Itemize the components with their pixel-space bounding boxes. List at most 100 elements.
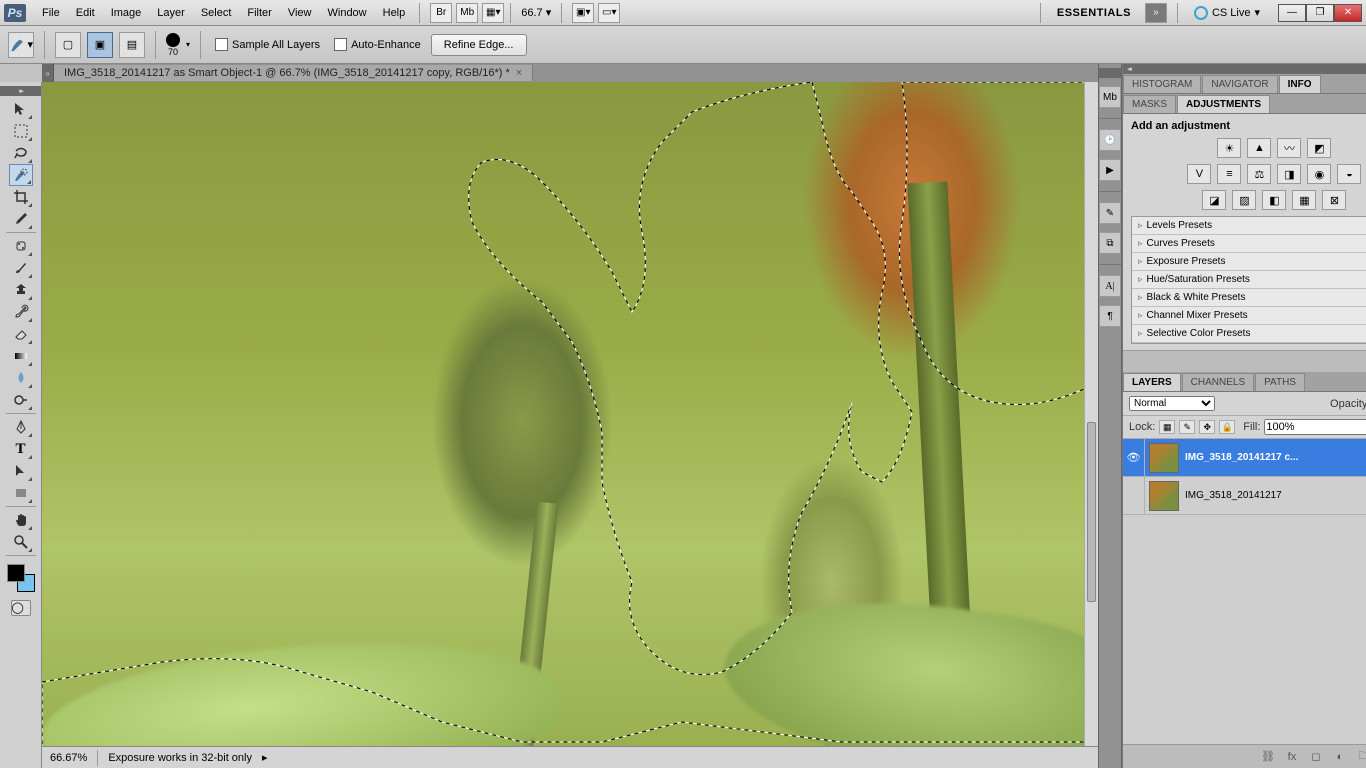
dock-grip[interactable] [1099, 68, 1121, 78]
brightness-contrast-icon[interactable]: ☀ [1217, 138, 1241, 158]
eyedropper-tool-icon[interactable] [9, 208, 33, 230]
move-tool-icon[interactable] [9, 98, 33, 120]
scrollbar-thumb[interactable] [1087, 422, 1096, 602]
brush-panel-icon[interactable]: ✎ [1099, 202, 1121, 224]
status-chevron-icon[interactable]: ▸ [262, 751, 268, 764]
tab-adjustments[interactable]: ADJUSTMENTS [1177, 95, 1270, 113]
color-swatches[interactable] [7, 564, 35, 592]
exposure-icon[interactable]: ◩ [1307, 138, 1331, 158]
layer-row[interactable]: 👁 IMG_3518_20141217 c... [1123, 439, 1366, 477]
history-brush-tool-icon[interactable] [9, 301, 33, 323]
tab-navigator[interactable]: NAVIGATOR [1202, 75, 1277, 93]
minibridge-panel-icon[interactable]: Mb [1099, 86, 1121, 108]
subtract-selection-icon[interactable]: ▤ [119, 32, 145, 58]
window-close-button[interactable]: ✕ [1334, 4, 1362, 22]
cs-live-button[interactable]: CS Live ▾ [1188, 4, 1266, 22]
pen-tool-icon[interactable] [9, 416, 33, 438]
tab-histogram[interactable]: HISTOGRAM [1123, 75, 1201, 93]
threshold-icon[interactable]: ◧ [1262, 190, 1286, 210]
layer-thumbnail[interactable] [1149, 443, 1179, 473]
posterize-icon[interactable]: ▨ [1232, 190, 1256, 210]
link-layers-icon[interactable]: ⛓ [1258, 748, 1278, 766]
tab-channels[interactable]: CHANNELS [1182, 373, 1254, 391]
adjustment-layer-icon[interactable]: ◐ [1330, 748, 1350, 766]
menu-edit[interactable]: Edit [68, 3, 103, 23]
clone-source-panel-icon[interactable]: ⧉ [1099, 232, 1121, 254]
lock-position-icon[interactable]: ✥ [1199, 420, 1215, 434]
document-tab[interactable]: IMG_3518_20141217 as Smart Object-1 @ 66… [54, 65, 533, 81]
paragraph-panel-icon[interactable]: ¶ [1099, 305, 1121, 327]
visibility-toggle-icon[interactable]: 👁 [1123, 439, 1145, 476]
preset-selective-color[interactable]: Selective Color Presets [1132, 325, 1366, 343]
foreground-color-swatch[interactable] [7, 564, 25, 582]
hand-tool-icon[interactable] [9, 509, 33, 531]
tab-masks[interactable]: MASKS [1123, 95, 1176, 113]
lock-transparency-icon[interactable]: ▦ [1159, 420, 1175, 434]
gradient-tool-icon[interactable] [9, 345, 33, 367]
screen-mode-icon[interactable]: ▭▾ [598, 3, 620, 23]
brush-picker-chevron-icon[interactable]: ▾ [186, 40, 190, 49]
zoom-tool-icon[interactable] [9, 531, 33, 553]
lock-pixels-icon[interactable]: ✎ [1179, 420, 1195, 434]
invert-icon[interactable]: ◪ [1202, 190, 1226, 210]
status-zoom[interactable]: 66.67% [50, 752, 87, 764]
color-balance-icon[interactable]: ⚖ [1247, 164, 1271, 184]
add-to-selection-icon[interactable]: ▣ [87, 32, 113, 58]
photo-filter-icon[interactable]: ◉ [1307, 164, 1331, 184]
preset-channel-mixer[interactable]: Channel Mixer Presets [1132, 307, 1366, 325]
healing-brush-tool-icon[interactable] [9, 235, 33, 257]
type-tool-icon[interactable]: T [9, 438, 33, 460]
menu-select[interactable]: Select [193, 3, 240, 23]
vertical-scrollbar[interactable] [1084, 82, 1098, 746]
close-tab-icon[interactable]: × [516, 67, 522, 79]
menu-file[interactable]: File [34, 3, 68, 23]
refine-edge-button[interactable]: Refine Edge... [431, 34, 527, 56]
brush-preview[interactable]: 70 [166, 33, 180, 57]
menu-layer[interactable]: Layer [149, 3, 193, 23]
dodge-tool-icon[interactable] [9, 389, 33, 411]
layer-thumbnail[interactable] [1149, 481, 1179, 511]
lasso-tool-icon[interactable] [9, 142, 33, 164]
layer-name[interactable]: IMG_3518_20141217 [1183, 490, 1366, 501]
preset-levels[interactable]: Levels Presets [1132, 217, 1366, 235]
crop-tool-icon[interactable] [9, 186, 33, 208]
brush-tool-icon[interactable] [9, 257, 33, 279]
layer-style-icon[interactable]: fx [1282, 748, 1302, 766]
new-selection-icon[interactable]: ▢ [55, 32, 81, 58]
workspace-switcher[interactable]: ESSENTIALS [1051, 5, 1137, 21]
fill-input[interactable] [1264, 419, 1366, 435]
menu-image[interactable]: Image [103, 3, 150, 23]
panel-grip[interactable] [1123, 64, 1366, 74]
quick-selection-tool-icon[interactable] [9, 164, 33, 186]
layer-mask-icon[interactable]: ◻ [1306, 748, 1326, 766]
preset-black-white[interactable]: Black & White Presets [1132, 289, 1366, 307]
visibility-toggle-icon[interactable] [1123, 477, 1145, 514]
new-group-icon[interactable]: 🗀 [1354, 748, 1366, 766]
curves-icon[interactable]: 〰 [1277, 138, 1301, 158]
actions-panel-icon[interactable]: ▶ [1099, 159, 1121, 181]
document-canvas[interactable] [42, 82, 1084, 746]
preset-exposure[interactable]: Exposure Presets [1132, 253, 1366, 271]
tab-info[interactable]: INFO [1279, 75, 1321, 93]
path-selection-tool-icon[interactable] [9, 460, 33, 482]
current-tool-icon[interactable]: ▾ [8, 32, 34, 58]
marquee-tool-icon[interactable] [9, 120, 33, 142]
toolbox-grip[interactable] [0, 86, 41, 96]
menu-help[interactable]: Help [375, 3, 414, 23]
gradient-map-icon[interactable]: ▦ [1292, 190, 1316, 210]
bridge-icon[interactable]: Br [430, 3, 452, 23]
auto-enhance-checkbox[interactable]: Auto-Enhance [330, 38, 425, 51]
menu-filter[interactable]: Filter [239, 3, 279, 23]
levels-icon[interactable]: ▲ [1247, 138, 1271, 158]
window-restore-button[interactable]: ❐ [1306, 4, 1334, 22]
channel-mixer-icon[interactable]: ◒ [1337, 164, 1361, 184]
clone-stamp-tool-icon[interactable] [9, 279, 33, 301]
layer-row[interactable]: IMG_3518_20141217 [1123, 477, 1366, 515]
eraser-tool-icon[interactable] [9, 323, 33, 345]
selective-color-icon[interactable]: ⊠ [1322, 190, 1346, 210]
lock-all-icon[interactable]: 🔒 [1219, 420, 1235, 434]
menu-view[interactable]: View [280, 3, 320, 23]
black-white-icon[interactable]: ◨ [1277, 164, 1301, 184]
menu-window[interactable]: Window [320, 3, 375, 23]
history-panel-icon[interactable]: 🕑 [1099, 129, 1121, 151]
